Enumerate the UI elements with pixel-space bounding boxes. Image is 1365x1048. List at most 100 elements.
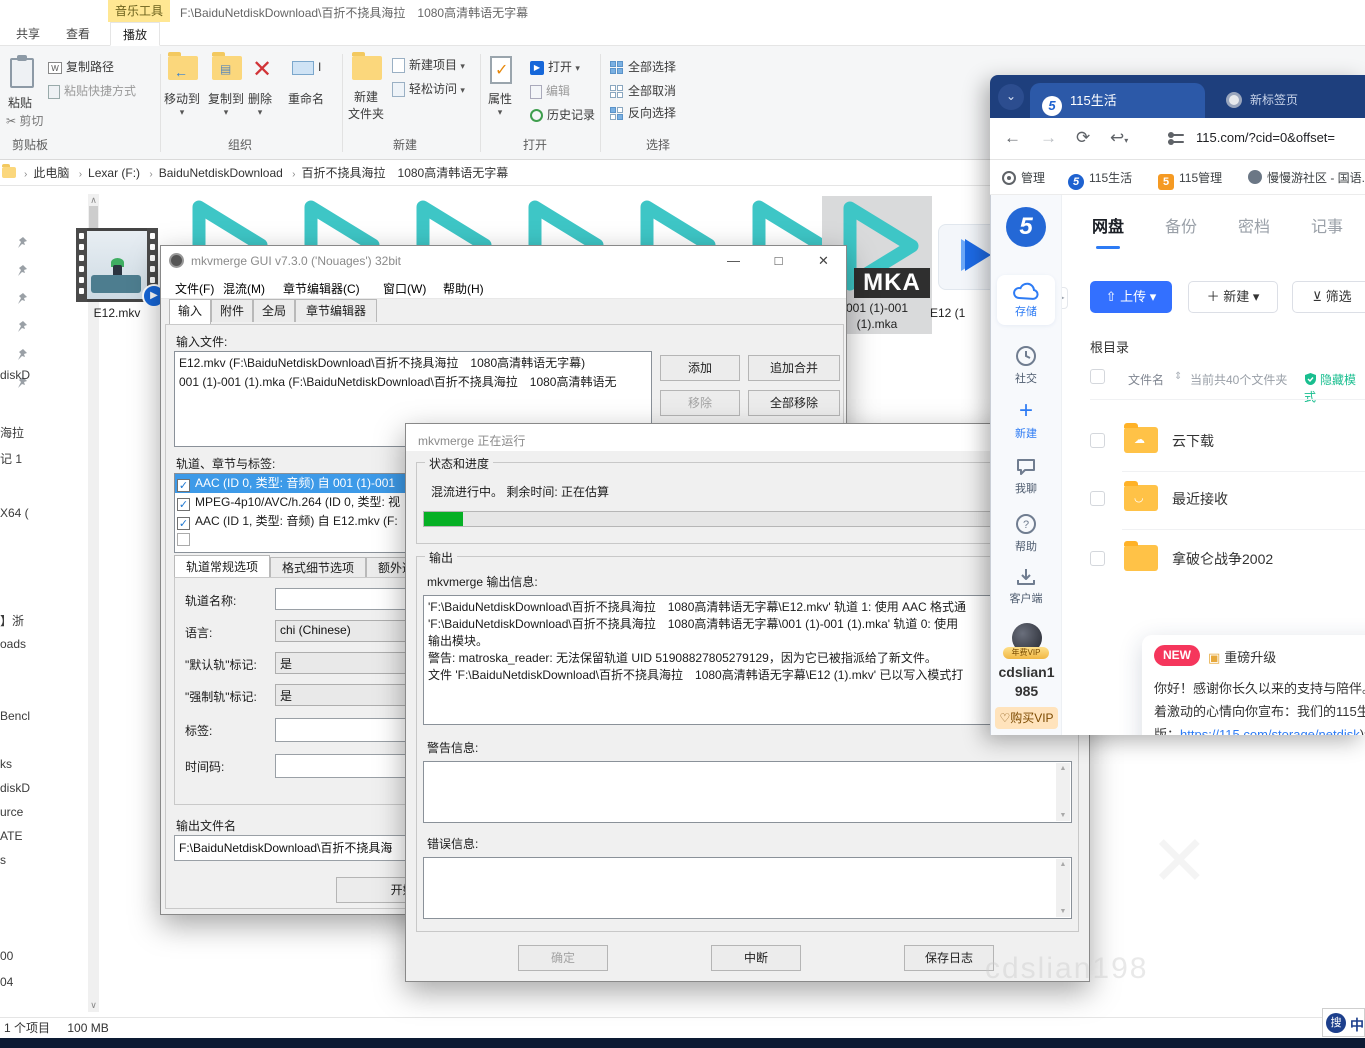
reload-button[interactable]: ⟳ (1076, 128, 1090, 148)
sidebar-item[interactable]: s (0, 853, 6, 867)
tab-search-chevron[interactable]: ⌄ (998, 84, 1024, 110)
sidebar-item[interactable]: X64 ( (0, 506, 29, 520)
sidebar-item[interactable]: ks (0, 757, 12, 771)
copy-to-icon[interactable]: ▤ (212, 56, 242, 83)
sidebar-item[interactable]: 04 (0, 975, 13, 989)
storage-link[interactable]: https://115.com/storage/netdisk (1180, 727, 1360, 735)
mkvmerge-titlebar[interactable]: mkvmerge GUI v7.3.0 ('Nouages') 32bit —□… (161, 246, 846, 275)
row-checkbox[interactable] (1090, 491, 1105, 506)
select-all-checkbox[interactable] (1090, 369, 1105, 384)
filter-button[interactable]: ⊻ 筛选 (1292, 281, 1365, 313)
reopen-button[interactable]: ↩▾ (1110, 128, 1128, 148)
copy-to-button[interactable]: 复制到▾ (208, 90, 244, 118)
new-item-button[interactable]: 新建项目 ▾ (392, 56, 465, 73)
sidebar-item[interactable]: urce (0, 805, 23, 819)
bookmark-115-life[interactable]: 5115生活 (1068, 169, 1132, 190)
menu-muxing[interactable]: 混流(M) (223, 280, 265, 297)
sidebar-item[interactable]: 记 1 (0, 450, 22, 467)
new-button[interactable]: ＋ 新建 ▾ (1188, 281, 1278, 313)
bookmark-115-manage[interactable]: 5115管理 (1158, 169, 1222, 190)
append-button[interactable]: 追加合并 (748, 355, 840, 381)
sidebar-item[interactable]: diskD (0, 368, 30, 382)
input-file-item[interactable]: E12.mkv (F:\BaiduNetdiskDownload\百折不挠具海拉… (175, 352, 651, 371)
save-log-button[interactable]: 保存日志 (904, 945, 994, 971)
site-settings-icon[interactable] (1168, 131, 1184, 147)
history-button[interactable]: 历史记录 (530, 106, 595, 123)
ribbon-tab-play[interactable]: 播放 (110, 22, 160, 46)
breadcrumb-this-pc[interactable]: 此电脑 (33, 161, 69, 186)
tab-notes[interactable]: 记事 (1311, 213, 1343, 237)
delete-icon[interactable]: ✕ (252, 58, 272, 82)
copy-path-button[interactable]: W复制路径 (48, 58, 114, 75)
rename-icon[interactable]: I (292, 60, 321, 75)
sidebar-item[interactable]: 00 (0, 949, 13, 963)
paste-icon[interactable] (10, 58, 34, 91)
errors-box[interactable] (423, 857, 1072, 919)
address-bar[interactable]: 115.com/?cid=0&offset= (1196, 130, 1335, 145)
menu-file[interactable]: 文件(F) (175, 280, 214, 297)
rename-button[interactable]: 重命名 (288, 90, 324, 107)
tab-netdisk[interactable]: 网盘 (1092, 213, 1124, 237)
ribbon-tab-share[interactable]: 共享 (8, 22, 48, 46)
select-none-button[interactable]: 全部取消 (610, 82, 676, 99)
buy-vip-button[interactable]: ♡购买VIP (995, 707, 1058, 729)
row-checkbox[interactable] (1090, 433, 1105, 448)
column-filename[interactable]: 文件名 (1128, 371, 1164, 388)
paste-shortcut-button[interactable]: 粘贴快捷方式 (48, 82, 136, 99)
sidebar-item[interactable]: Bencl (0, 709, 30, 723)
dialog-titlebar[interactable]: mkvmerge 正在运行 (406, 424, 1089, 451)
move-to-button[interactable]: 移动到▾ (164, 90, 200, 118)
sidebar-item[interactable]: 海拉 (0, 424, 24, 441)
open-button[interactable]: ▶打开 ▾ (530, 58, 580, 75)
115-breadcrumb-root[interactable]: 根目录 (1090, 337, 1129, 356)
warnings-scrollbar[interactable] (1056, 763, 1070, 821)
paste-button[interactable]: 粘贴 (8, 94, 32, 111)
warnings-box[interactable] (423, 761, 1072, 823)
remove-all-button[interactable]: 全部移除 (748, 390, 840, 416)
tab-track-general-options[interactable]: 轨道常规选项 (174, 555, 270, 577)
rail-item-help[interactable]: ? 帮助 (997, 513, 1055, 554)
sidebar-item[interactable]: ATE (0, 829, 22, 843)
menu-window[interactable]: 窗口(W) (383, 280, 426, 297)
menu-help[interactable]: 帮助(H) (443, 280, 484, 297)
back-button[interactable]: ← (1004, 128, 1021, 148)
new-folder-icon[interactable] (352, 56, 382, 83)
invert-selection-button[interactable]: 反向选择 (610, 104, 676, 121)
rail-item-social[interactable]: 社交 (997, 345, 1055, 386)
edit-button[interactable]: 编辑 (530, 82, 570, 99)
output-messages-box[interactable]: 'F:\BaiduNetdiskDownload\百折不挠具海拉 1080高清韩… (423, 595, 1072, 725)
bookmark-manage[interactable]: 管理 (1002, 169, 1045, 186)
input-file-item[interactable]: 001 (1)-001 (1).mka (F:\BaiduNetdiskDown… (175, 371, 651, 390)
row-checkbox[interactable] (1090, 551, 1105, 566)
delete-button[interactable]: 删除▾ (248, 90, 272, 118)
tab-backup[interactable]: 备份 (1165, 213, 1197, 237)
tab-115-life[interactable]: 5115生活 (1030, 83, 1205, 118)
close-button[interactable]: ✕ (801, 246, 846, 275)
remove-button[interactable]: 移除 (660, 390, 740, 416)
sidebar-item[interactable]: diskD (0, 781, 30, 795)
errors-scrollbar[interactable] (1056, 859, 1070, 917)
ribbon-tab-view[interactable]: 查看 (58, 22, 98, 46)
sidebar-item[interactable]: 】浙 (0, 612, 24, 629)
taskbar[interactable] (0, 1038, 1365, 1048)
tab-global[interactable]: 全局 (253, 299, 295, 322)
cut-button[interactable]: ✂ 剪切 (6, 112, 43, 129)
breadcrumb-drive[interactable]: Lexar (F:) (88, 161, 140, 186)
select-all-button[interactable]: 全部选择 (610, 58, 676, 75)
new-folder-button[interactable]: 新建文件夹 (348, 88, 384, 122)
breadcrumb-download-folder[interactable]: BaiduNetdiskDownload (159, 161, 283, 186)
115-logo[interactable]: 5 (1006, 207, 1046, 247)
forward-button[interactable]: → (1040, 128, 1057, 148)
tab-new-page[interactable]: 新标签页 (1216, 87, 1361, 114)
file-e12-thumbnail[interactable]: ▶ (76, 228, 158, 302)
properties-button[interactable]: 属性▾ (488, 90, 512, 118)
rail-item-client[interactable]: 客户端 (997, 567, 1055, 606)
upload-button[interactable]: ⇧ 上传 ▾ (1090, 281, 1172, 313)
sidebar-item[interactable]: oads (0, 637, 26, 651)
rail-item-create[interactable]: + 新建 (997, 400, 1055, 441)
easy-access-button[interactable]: 轻松访问 ▾ (392, 80, 465, 97)
abort-button[interactable]: 中断 (711, 945, 801, 971)
breadcrumb-current-folder[interactable]: 百折不挠具海拉 1080高清韩语无字幕 (302, 161, 509, 186)
add-button[interactable]: 添加 (660, 355, 740, 381)
tab-chapter-editor[interactable]: 章节编辑器 (295, 299, 377, 322)
